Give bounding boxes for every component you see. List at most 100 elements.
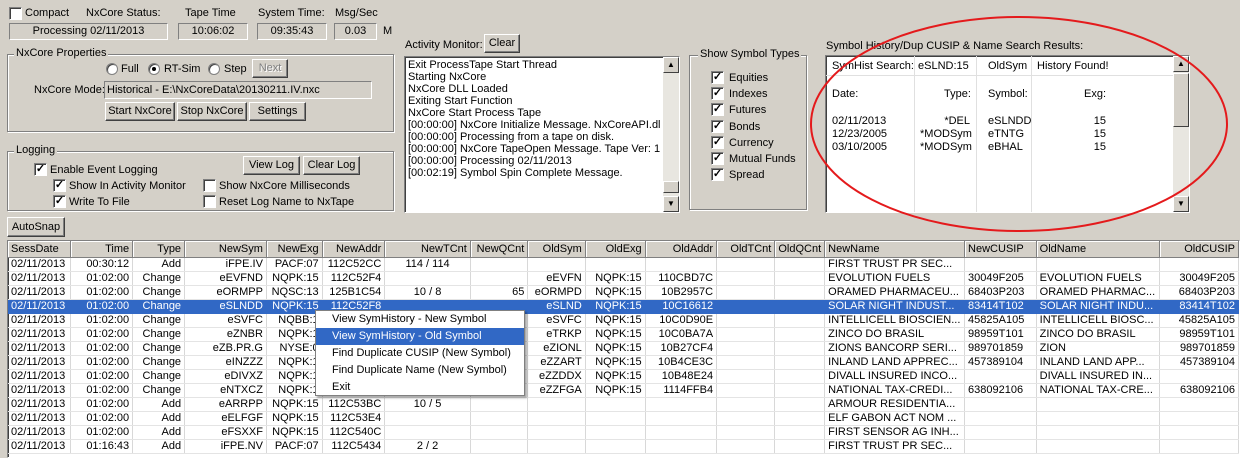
table-row[interactable]: 02/11/2013 01:02:00 Change eSVFC NQBB:1 eSVFC… [8, 313, 1239, 328]
grid-col-oldname[interactable]: OldName [1036, 241, 1161, 258]
grid-col-newtcnt[interactable]: NewTCnt [384, 241, 471, 258]
write-file-checkbox[interactable]: ✓ [53, 195, 66, 208]
grid-cell-sessdate: 02/11/2013 [8, 327, 72, 342]
grid-cell-newsym: eNTXCZ [184, 383, 267, 398]
autosnap-button[interactable]: AutoSnap [7, 217, 65, 237]
grid-col-oldsym[interactable]: OldSym [527, 241, 586, 258]
scroll-down-icon[interactable]: ▼ [663, 196, 679, 212]
changes-table[interactable]: SessDate Time Type NewSym NewExg NewAddr NewTC… [8, 241, 1239, 454]
context-menu[interactable]: View SymHistory - New Symbol View SymHist… [315, 310, 525, 396]
grid-cell-oldqcnt [774, 425, 826, 440]
symbol-type-checkbox-currency[interactable]: ✓ [711, 135, 724, 149]
tape-time-value: 10:06:02 [178, 23, 248, 40]
scroll-up-icon[interactable]: ▲ [663, 57, 679, 73]
table-row[interactable]: 02/11/2013 01:02:00 Change eINZZZ NQPK:1 eZZA… [8, 355, 1239, 370]
settings-button[interactable]: Settings [249, 102, 306, 121]
grid-col-time[interactable]: Time [70, 241, 134, 258]
radio-full[interactable] [106, 63, 118, 75]
symbol-type-checkbox-mutual-funds[interactable]: ✓ [711, 152, 724, 165]
symbol-type-checkbox-futures[interactable]: ✓ [711, 103, 724, 117]
grid-col-oldcusip[interactable]: OldCUSIP [1159, 241, 1239, 258]
next-button[interactable]: Next [252, 59, 288, 78]
show-ms-label: Show NxCore Milliseconds [219, 180, 350, 192]
grid-cell-type: Change [132, 285, 186, 300]
table-row[interactable]: 02/11/2013 01:16:43 Add iFPE.NV PACF:07 112C5… [8, 439, 1239, 454]
grid-cell-newexg: NQPK:15 [266, 397, 323, 412]
grid-cell-time: 01:02:00 [70, 271, 134, 286]
grid-col-newaddr[interactable]: NewAddr [322, 241, 386, 258]
table-row[interactable]: 02/11/2013 01:02:00 Change eEVFND NQPK:15 112… [8, 271, 1239, 286]
grid-col-oldaddr[interactable]: OldAddr [645, 241, 718, 258]
grid-col-oldexg[interactable]: OldExg [585, 241, 646, 258]
show-activity-checkbox[interactable]: ✓ [53, 179, 66, 192]
table-row[interactable]: 02/11/2013 01:02:00 Add eELFGF NQPK:15 112C53… [8, 411, 1239, 426]
show-ms-checkbox[interactable] [203, 179, 216, 192]
context-menu-item[interactable]: Find Duplicate Name (New Symbol) [316, 362, 524, 379]
context-menu-item[interactable]: View SymHistory - New Symbol [316, 311, 524, 328]
symbol-type-checkbox-equities[interactable]: ✓ [711, 71, 724, 84]
grid-cell-oldname: ZINCO DO BRASIL [1036, 327, 1161, 342]
clear-log-button[interactable]: Clear Log [303, 156, 360, 175]
grid-cell-oldaddr [645, 425, 718, 440]
grid-cell-newtcnt: 10 / 8 [384, 285, 471, 300]
context-menu-item[interactable]: Exit [316, 379, 524, 396]
activity-monitor-title: Activity Monitor: [405, 39, 483, 51]
table-row[interactable]: 02/11/2013 01:02:00 Add eARRPP NQPK:15 112C53… [8, 397, 1239, 412]
enable-logging-checkbox[interactable]: ✓ [34, 163, 47, 176]
activity-lines: Exit ProcessTape Start Thread Starting Nx… [408, 59, 661, 179]
context-menu-item[interactable]: Find Duplicate CUSIP (New Symbol) [316, 345, 524, 362]
grid-cell-oldcusip: 98959T101 [1159, 327, 1239, 342]
grid-cell-oldtcnt [716, 299, 776, 314]
symbol-type-checkbox-spread[interactable]: ✓ [711, 168, 724, 182]
grid-col-type[interactable]: Type [132, 241, 186, 258]
symbol-type-checkbox-bonds[interactable]: ✓ [711, 119, 724, 133]
start-nxcore-button[interactable]: Start NxCore [105, 102, 175, 121]
reset-log-name-checkbox[interactable] [203, 195, 216, 208]
grid-cell-oldqcnt [774, 299, 826, 314]
table-row[interactable]: 02/11/2013 01:02:00 Add eFSXXF NQPK:15 112C54… [8, 425, 1239, 440]
activity-monitor-log[interactable]: Exit ProcessTape Start Thread Starting Nx… [404, 56, 680, 213]
activity-clear-button[interactable]: Clear [484, 34, 520, 53]
grid-col-sessdate[interactable]: SessDate [8, 241, 72, 258]
grid-cell-newexg: NQPK:15 [266, 425, 323, 440]
stop-nxcore-button[interactable]: Stop NxCore [177, 102, 247, 121]
table-row[interactable]: 02/11/2013 01:02:00 Change eORMPP NQSC:13 125… [8, 285, 1239, 300]
grid-cell-oldqcnt [774, 257, 826, 272]
grid-col-oldqcnt[interactable]: OldQCnt [774, 241, 826, 258]
grid-cell-newsym: eSLNDD [184, 299, 267, 314]
grid-cell-oldsym: eZIONL [527, 341, 586, 356]
grid-cell-oldname [1036, 439, 1161, 454]
context-menu-item[interactable]: View SymHistory - Old Symbol [316, 328, 524, 345]
radio-step[interactable] [208, 63, 220, 75]
grid-col-oldtcnt[interactable]: OldTCnt [716, 241, 776, 258]
nxcore-properties-title: NxCore Properties [14, 47, 109, 59]
grid-cell-newaddr: 112C53BC [322, 397, 386, 412]
symbol-type-checkbox-indexes[interactable]: ✓ [711, 87, 724, 101]
grid-cell-sessdate: 02/11/2013 [8, 299, 72, 314]
table-row[interactable]: 02/11/2013 01:02:00 Change eZNBR NQPK:1 eTRKP… [8, 327, 1239, 342]
activity-scrollbar[interactable]: ▲ ▼ [663, 57, 679, 212]
scroll-thumb[interactable] [663, 181, 679, 193]
radio-rtsim[interactable] [148, 63, 160, 75]
grid-cell-oldexg: NQPK:15 [585, 285, 646, 300]
compact-checkbox[interactable] [9, 7, 22, 20]
grid-cell-oldtcnt [716, 411, 776, 426]
table-row[interactable]: 02/11/2013 01:02:00 Change eDIVXZ NQPK:1 eZZD… [8, 369, 1239, 384]
grid-col-newqcnt[interactable]: NewQCnt [470, 241, 529, 258]
grid-cell-newcusip [964, 369, 1037, 384]
table-row[interactable]: 02/11/2013 00:30:12 Add iFPE.IV PACF:07 112C5… [8, 257, 1239, 272]
nxcore-mode-field[interactable]: Historical - E:\NxCoreData\20130211.IV.n… [104, 81, 372, 99]
grid-col-newname[interactable]: NewName [824, 241, 966, 258]
table-row[interactable]: 02/11/2013 01:02:00 Change eNTXCZ NQPK:1 eZZF… [8, 383, 1239, 398]
grid-col-newcusip[interactable]: NewCUSIP [964, 241, 1037, 258]
view-log-button[interactable]: View Log [243, 156, 300, 175]
table-row[interactable]: 02/11/2013 01:02:00 Change eSLNDD NQPK:15 112… [8, 299, 1239, 314]
grid-cell-oldcusip: 68403P203 [1159, 285, 1239, 300]
grid-cell-oldaddr: 1114FFB4 [645, 383, 718, 398]
table-row[interactable]: 02/11/201301:02:00ChangeeZB.PR.GNYSE:01e… [8, 341, 1239, 356]
grid-col-newsym[interactable]: NewSym [184, 241, 267, 258]
radio-step-label: Step [224, 63, 247, 75]
symbol-type-label: Equities [729, 72, 769, 84]
grid-col-newexg[interactable]: NewExg [266, 241, 323, 258]
changes-grid[interactable]: SessDate Time Type NewSym NewExg NewAddr NewTC… [7, 240, 1240, 458]
